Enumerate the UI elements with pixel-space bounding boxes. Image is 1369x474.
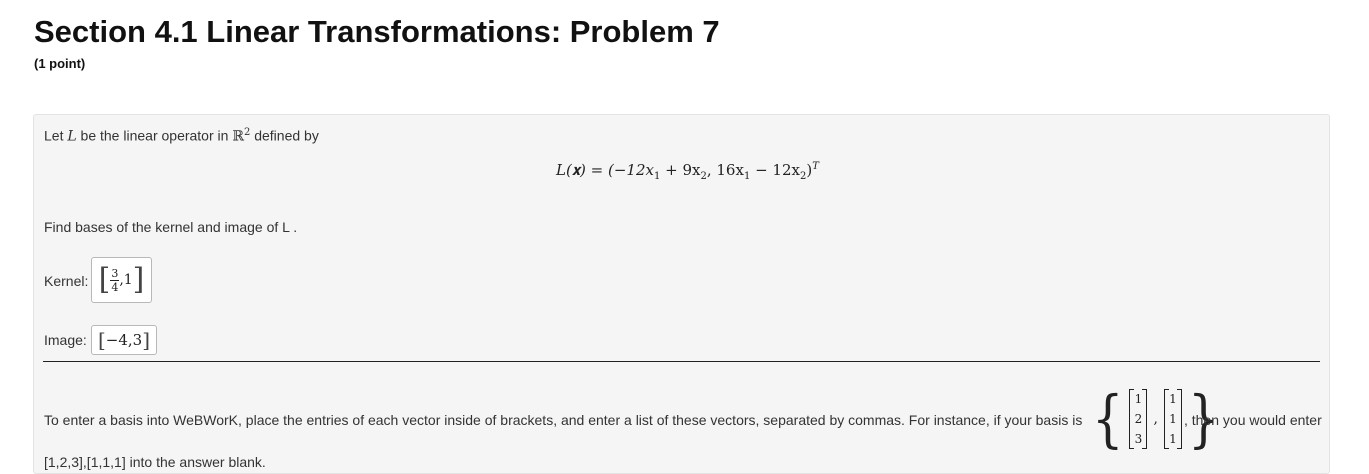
- vector-entry: 1: [1169, 392, 1177, 406]
- image-value: −4,3: [105, 331, 143, 349]
- vector-separator: ,: [1153, 411, 1158, 427]
- equation-part: , 16x: [706, 161, 744, 179]
- example-vector: 1 1 1: [1163, 389, 1182, 449]
- kernel-answer-field[interactable]: [ 3 4 ,1 ]: [91, 257, 152, 303]
- intro-middle: be the linear operator in: [76, 127, 233, 144]
- equation-part: − 12x: [750, 161, 800, 179]
- bracket-open: [: [98, 262, 111, 297]
- vector-entry: 1: [1169, 412, 1177, 426]
- problem-intro: Let L be the linear operator in ℝ2 defin…: [44, 127, 319, 145]
- intro-space: ℝ: [232, 128, 244, 145]
- fraction-denominator: 4: [111, 280, 119, 294]
- example-vector: 1 2 3: [1129, 389, 1148, 449]
- bracket-close: ]: [132, 262, 145, 297]
- fraction-numerator: 3: [111, 266, 119, 280]
- point-value: (1 point): [34, 56, 86, 71]
- equation-lhs: L(𝐱) = (−12x: [556, 161, 654, 179]
- vector-entry: 3: [1134, 432, 1143, 446]
- equation-sup: T: [812, 161, 819, 172]
- intro-suffix: defined by: [250, 127, 319, 144]
- kernel-rest: ,1: [119, 272, 133, 288]
- vector-entry: 1: [1169, 432, 1177, 446]
- page-title: Section 4.1 Linear Transformations: Prob…: [34, 14, 720, 49]
- operator-equation: L(𝐱) = (−12x1 + 9x2, 16x1 − 12x2)T: [556, 161, 819, 182]
- bracket-open: [: [97, 328, 106, 352]
- bracket-close: ]: [142, 328, 151, 352]
- problem-box: Let L be the linear operator in ℝ 2 defin…: [33, 114, 1330, 474]
- vector-entry: 2: [1134, 412, 1143, 426]
- equation-part: + 9x: [660, 161, 701, 179]
- divider: [43, 361, 1320, 362]
- image-answer-field[interactable]: [ −4,3 ]: [91, 325, 157, 355]
- fraction: 3 4: [110, 266, 120, 294]
- instructions-text: To enter a basis into WeBWorK, place the…: [44, 412, 1083, 428]
- intro-prefix: Let: [44, 127, 68, 144]
- image-label: Image:: [44, 332, 87, 348]
- example-answer-text: [1,2,3],[1,1,1] into the answer blank.: [44, 454, 266, 470]
- intro-var: L: [67, 128, 77, 145]
- left-brace: {: [1091, 382, 1124, 455]
- vector-entry: 1: [1134, 392, 1143, 406]
- instructions-suffix: , then you would enter: [1184, 412, 1322, 428]
- find-instruction: Find bases of the kernel and image of L …: [44, 219, 298, 235]
- kernel-label: Kernel:: [44, 273, 89, 289]
